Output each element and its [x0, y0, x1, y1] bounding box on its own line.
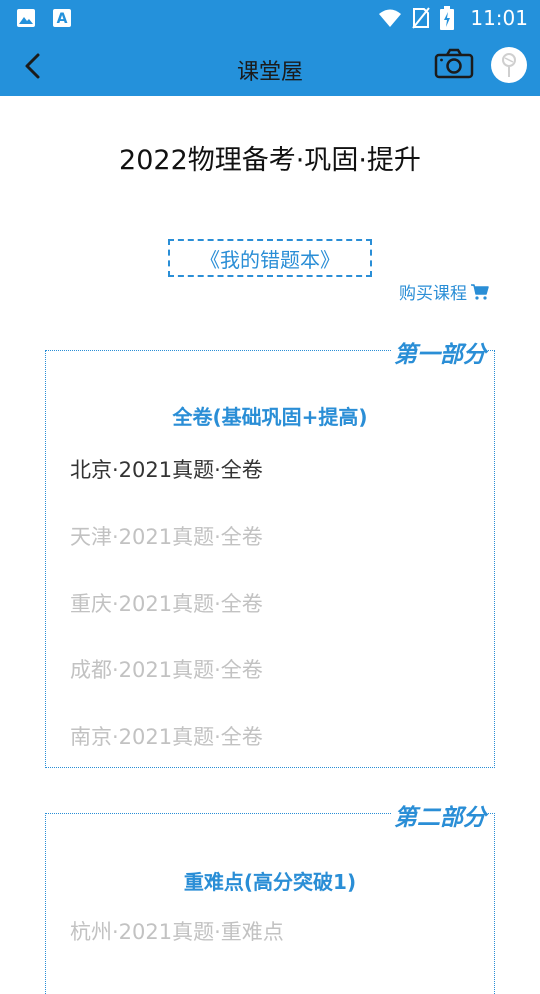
list-item[interactable]: 杭州·2021真题·重难点: [70, 916, 284, 946]
section-heading: 重难点(高分突破1): [183, 870, 357, 894]
camera-icon[interactable]: [434, 48, 474, 80]
notebook-link-label: 《我的错题本》: [200, 247, 340, 272]
status-time: 11:01: [470, 6, 528, 30]
app-bar: 课堂屋: [0, 36, 540, 96]
list-item[interactable]: 重庆·2021真题·全卷: [70, 588, 263, 618]
section-part-two: 第二部分 重难点(高分突破1) 杭州·2021真题·重难点: [45, 798, 495, 994]
page-title: 2022物理备考·巩固·提升: [119, 145, 421, 176]
section-heading: 全卷(基础巩固+提高): [172, 405, 368, 429]
list-item[interactable]: 天津·2021真题·全卷: [70, 521, 263, 551]
section-label: 第一部分: [392, 335, 488, 369]
shopping-cart-icon: [471, 283, 489, 300]
section-part-one: 第一部分 全卷(基础巩固+提高) 北京·2021真题·全卷 天津·2021真题·…: [45, 335, 495, 768]
svg-text:A: A: [57, 11, 68, 27]
battery-charging-icon: [440, 6, 455, 30]
user-avatar-icon: [502, 53, 516, 77]
list-item[interactable]: 成都·2021真题·全卷: [70, 654, 263, 684]
text-app-notification-icon: A: [53, 9, 71, 27]
status-bar: A 11:01: [0, 0, 540, 36]
wrong-questions-notebook-link[interactable]: 《我的错题本》: [168, 239, 372, 277]
status-right: 11:01: [378, 6, 528, 30]
status-left: A: [16, 8, 72, 28]
buy-course-link[interactable]: 购买课程: [399, 279, 489, 304]
buy-course-label: 购买课程: [399, 284, 467, 304]
section-label: 第二部分: [392, 798, 488, 832]
list-item[interactable]: 北京·2021真题·全卷: [70, 454, 263, 484]
gallery-notification-icon: [17, 9, 35, 27]
wifi-icon: [379, 9, 402, 27]
no-sim-icon: [412, 7, 431, 29]
avatar[interactable]: [491, 47, 527, 83]
list-item[interactable]: 南京·2021真题·全卷: [70, 721, 263, 751]
